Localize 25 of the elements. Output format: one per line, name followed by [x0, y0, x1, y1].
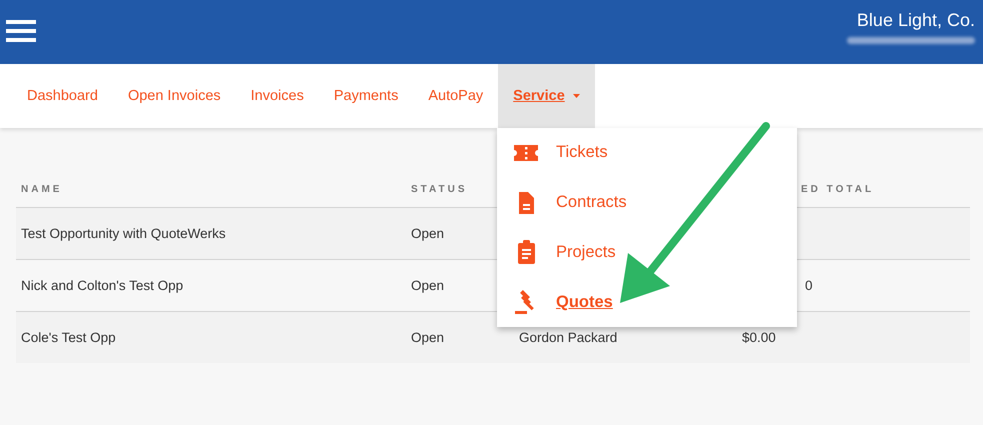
table-cell-text: Nick and Colton's Test Opp	[20, 278, 184, 293]
menu-icon[interactable]	[6, 20, 36, 42]
table-cell-text: 0	[804, 278, 813, 293]
table-cell-text: Open	[410, 330, 444, 345]
table-cell-text: Test Opportunity with QuoteWerks	[20, 226, 226, 241]
nav-tab[interactable]: Open Invoices	[112, 64, 236, 128]
table-cell-text: $0.00	[741, 330, 776, 345]
table-cell-text: Open	[410, 278, 444, 293]
nav-tab[interactable]: Payments	[318, 64, 414, 128]
menu-item[interactable]: Tickets	[497, 128, 797, 178]
nav-tab[interactable]: Service	[498, 64, 595, 128]
column-header: STATUS	[410, 184, 468, 195]
column-header: NAME	[20, 184, 62, 195]
table-cell-text: Cole's Test Opp	[20, 330, 116, 345]
table-cell-text: Open	[410, 226, 444, 241]
menu-item[interactable]: Quotes	[497, 277, 797, 327]
menu-item[interactable]: Contracts	[497, 178, 797, 228]
nav-tab[interactable]: AutoPay	[413, 64, 498, 128]
nav-tab[interactable]: Dashboard	[12, 64, 113, 128]
table-cell-text: Gordon Packard	[518, 330, 618, 345]
column-header: ED TOTAL	[800, 184, 874, 195]
nav-tab[interactable]: Invoices	[236, 64, 319, 128]
company-name: Blue Light, Co.	[856, 10, 975, 31]
menu-item[interactable]: Projects	[497, 228, 797, 278]
ticket-icon	[514, 142, 538, 163]
